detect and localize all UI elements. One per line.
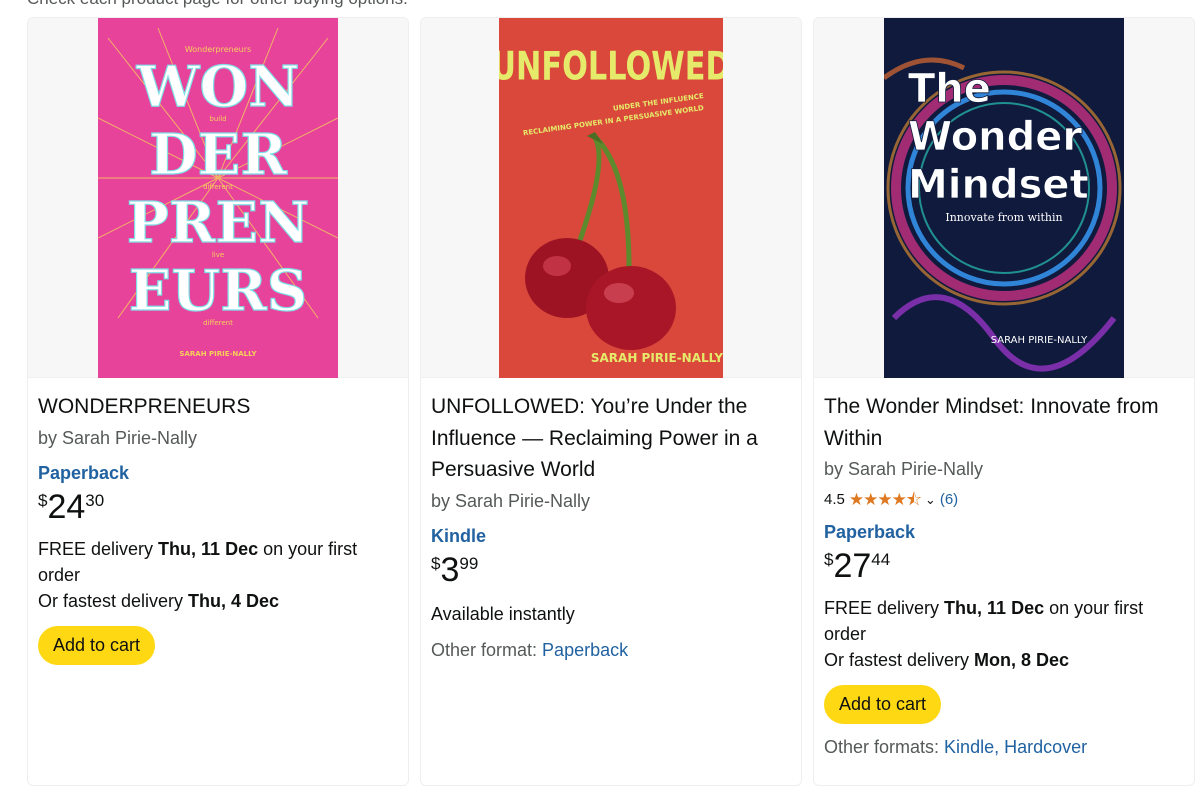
book-cover-unfollowed[interactable]: UNFOLLOWED UNDER THE INFLUENCE RECLAIMIN… (499, 18, 723, 378)
fastest-delivery-date: Thu, 4 Dec (188, 590, 280, 611)
add-to-cart-button[interactable]: Add to cart (824, 685, 942, 724)
cover-title: UNFOLLOWED (499, 44, 723, 90)
product-card-unfollowed: UNFOLLOWED UNDER THE INFLUENCE RECLAIMIN… (420, 17, 802, 786)
rating-value: 4.5 (824, 491, 845, 508)
product-price: $2430 (38, 490, 400, 526)
svg-text:build: build (209, 115, 226, 123)
product-title[interactable]: The Wonder Mindset: Innovate from Within (824, 391, 1186, 454)
price-whole: 27 (833, 547, 872, 585)
delivery-date: Thu, 11 Dec (158, 538, 259, 559)
cover-top-text: Wonderpreneurs (185, 45, 251, 54)
star-rating-icon[interactable]: ★★★★⯪ (849, 489, 922, 511)
cover-line-1: WON (136, 54, 300, 120)
cover-line-3: PREN (127, 190, 310, 256)
price-whole: 24 (47, 487, 86, 526)
svg-text:live: live (212, 251, 224, 259)
cover-line-1: The (908, 66, 991, 112)
chevron-down-icon[interactable]: ⌄ (925, 489, 936, 511)
delivery-info: FREE delivery Thu, 11 Dec on your first … (38, 538, 358, 611)
cover-author: SARAH PIRIE-NALLY (991, 335, 1088, 346)
svg-text:different: different (203, 319, 233, 327)
product-image-area[interactable]: UNFOLLOWED UNDER THE INFLUENCE RECLAIMIN… (421, 18, 801, 378)
format-link-paperback[interactable]: Paperback (38, 460, 400, 486)
cover-line-4: EURS (129, 258, 308, 324)
cover-line-2: Wonder (908, 114, 1082, 160)
book-cover-wonderpreneurs[interactable]: Wonderpreneurs WON DER PREN EURS build d… (98, 18, 338, 378)
product-price: $399 (431, 553, 793, 589)
availability-text: Available instantly (431, 603, 575, 624)
product-title[interactable]: WONDERPRENEURS (38, 391, 400, 423)
product-card-wonderpreneurs: Wonderpreneurs WON DER PREN EURS build d… (27, 17, 409, 786)
format-link-kindle[interactable]: Kindle (431, 523, 793, 549)
book-cover-wonder-mindset[interactable]: The Wonder Mindset Innovate from within … (884, 18, 1124, 378)
price-fraction: 44 (871, 550, 891, 569)
format-link-paperback[interactable]: Paperback (824, 519, 1186, 545)
price-fraction: 30 (85, 490, 105, 510)
delivery-date: Thu, 11 Dec (944, 598, 1045, 618)
product-author: by Sarah Pirie-Nally (38, 427, 198, 448)
product-author: by Sarah Pirie-Nally (431, 490, 591, 511)
other-formats: Other formats: Kindle, Hardcover (824, 737, 1088, 757)
price-symbol: $ (431, 553, 441, 573)
svg-text:different: different (203, 183, 233, 191)
price-fraction: 99 (459, 553, 479, 573)
rating-count-link[interactable]: (6) (940, 489, 958, 511)
cover-tagline: Innovate from within (945, 211, 1062, 224)
price-symbol: $ (38, 490, 48, 510)
buying-options-notice: Check each product page for other buying… (27, 0, 408, 9)
cover-line-3: Mindset (908, 162, 1089, 208)
add-to-cart-button[interactable]: Add to cart (38, 625, 156, 665)
price-whole: 3 (440, 550, 460, 589)
product-title[interactable]: UNFOLLOWED: You’re Under the Influence —… (431, 391, 776, 486)
delivery-info: FREE delivery Thu, 11 Dec on your first … (824, 598, 1144, 670)
product-image-area[interactable]: The Wonder Mindset Innovate from within … (814, 18, 1194, 378)
fastest-delivery-date: Mon, 8 Dec (974, 650, 1070, 670)
rating-row: 4.5 ★★★★⯪ ⌄ (6) (824, 489, 1186, 511)
product-price: $2744 (824, 549, 1186, 585)
cover-author: SARAH PIRIE-NALLY (179, 350, 257, 358)
other-format-links[interactable]: Kindle, Hardcover (944, 737, 1087, 757)
other-formats: Other format: Paperback (431, 639, 629, 660)
other-format-link-paperback[interactable]: Paperback (542, 640, 628, 660)
product-author: by Sarah Pirie-Nally (824, 459, 984, 479)
product-card-wonder-mindset: The Wonder Mindset Innovate from within … (813, 17, 1195, 786)
product-image-area[interactable]: Wonderpreneurs WON DER PREN EURS build d… (28, 18, 408, 378)
cover-line-2: DER (149, 122, 287, 188)
price-symbol: $ (824, 550, 834, 569)
cover-author: SARAH PIRIE-NALLY (591, 351, 723, 365)
